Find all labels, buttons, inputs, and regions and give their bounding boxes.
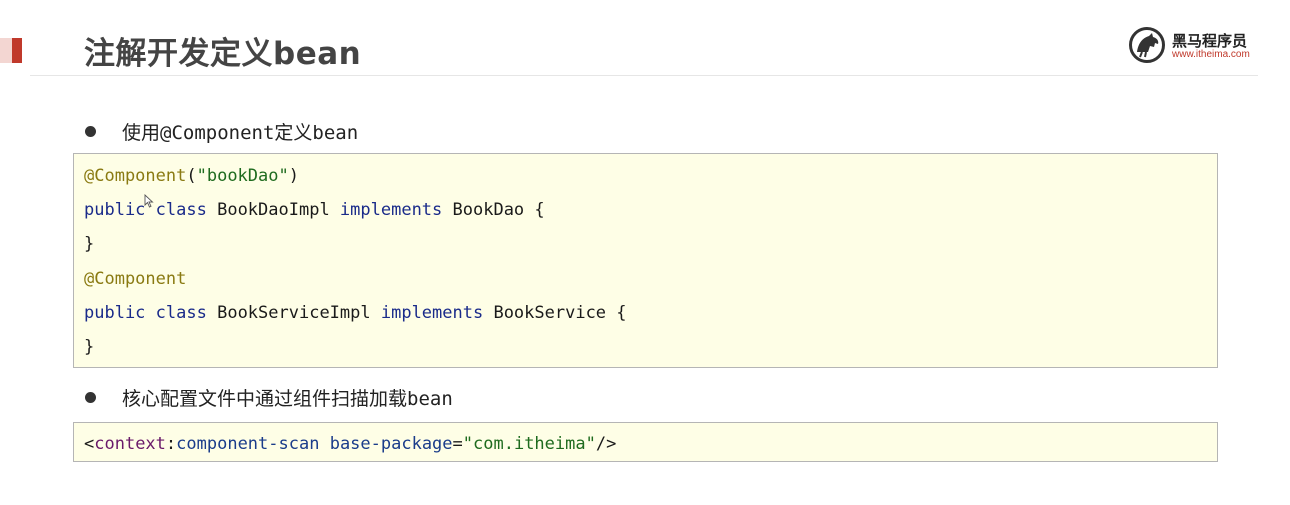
code-token: public	[84, 200, 146, 220]
bullet-item: 使用@Component定义bean	[85, 118, 358, 145]
code-token: BookDao {	[442, 200, 545, 220]
itheima-horse-logo-icon	[1129, 27, 1165, 63]
code-block-config: <context:component-scan base-package="co…	[73, 422, 1218, 462]
code-token: "bookDao"	[196, 166, 289, 186]
code-token: @Component	[84, 166, 187, 186]
code-line: <context:component-scan base-package="co…	[84, 434, 616, 454]
code-line: @Component	[84, 269, 186, 289]
code-token: )	[288, 166, 299, 186]
mouse-cursor-icon	[144, 194, 154, 208]
code-line: }	[84, 234, 94, 254]
code-token: =	[452, 434, 463, 454]
bullet-item: 核心配置文件中通过组件扫描加载bean	[85, 384, 453, 411]
code-token: component-scan	[176, 434, 320, 454]
brand-url: www.itheima.com	[1172, 49, 1250, 60]
bullet-dot-icon	[85, 392, 96, 403]
code-token: @Component	[84, 269, 187, 289]
code-token: class	[155, 303, 207, 323]
code-token: <	[84, 434, 95, 454]
code-token: implements	[380, 303, 484, 323]
page-title: 注解开发定义bean	[84, 36, 362, 72]
code-token: BookServiceImpl	[206, 303, 381, 323]
title-accent-bar	[0, 38, 22, 63]
code-token: context	[94, 434, 166, 454]
code-token: BookDaoImpl	[206, 200, 340, 220]
bullet-text: 核心配置文件中通过组件扫描加载bean	[122, 388, 453, 410]
code-token: (	[186, 166, 197, 186]
bullet-dot-icon	[85, 126, 96, 137]
code-token: :	[165, 434, 177, 454]
code-token: "com.itheima"	[462, 434, 596, 454]
code-token: />	[595, 434, 617, 454]
bullet-text: 使用@Component定义bean	[122, 122, 359, 144]
code-token: base-package	[329, 434, 453, 454]
code-token: implements	[339, 200, 443, 220]
code-token: BookService {	[483, 303, 627, 323]
code-token: }	[84, 234, 95, 254]
code-token: class	[155, 200, 207, 220]
code-block-component: @Component("bookDao") public class BookD…	[73, 153, 1218, 368]
brand-logo: 黑马程序员 www.itheima.com	[1128, 24, 1263, 64]
code-token: public	[84, 303, 146, 323]
code-line: @Component("bookDao")	[84, 166, 299, 186]
brand-name: 黑马程序员	[1172, 32, 1248, 50]
header-divider	[30, 75, 1258, 76]
code-line: public class BookServiceImpl implements …	[84, 303, 627, 323]
code-line: }	[84, 337, 94, 357]
code-token: }	[84, 337, 95, 357]
